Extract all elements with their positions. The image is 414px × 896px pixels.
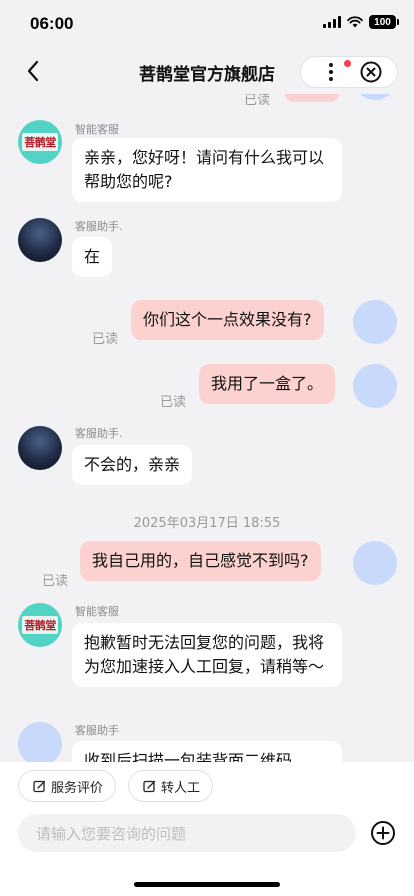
nav-bar: 菩鹊堂官方旗舰店 <box>0 48 414 94</box>
rate-service-button[interactable]: 服务评价 <box>18 770 117 802</box>
message-bubble: 不会的，亲亲 <box>72 445 193 485</box>
user-avatar[interactable] <box>353 541 397 585</box>
chevron-left-icon <box>27 60 39 82</box>
message-bubble: 亲亲，您好呀！请问有什么我可以帮助您的呢? <box>72 138 342 202</box>
close-circle-icon <box>360 61 382 83</box>
sender-name: 智能客服 <box>75 123 119 136</box>
cut-off-message-bubble <box>284 94 340 102</box>
brand-avatar[interactable]: 菩鹊堂 <box>18 120 62 164</box>
message-bubble: 我用了一盒了。 <box>199 364 336 404</box>
edit-icon <box>143 780 156 792</box>
plus-circle-icon <box>371 821 395 845</box>
sender-name: 智能客服 <box>75 605 119 618</box>
read-status: 已读 <box>244 94 271 108</box>
message-bubble: 抱歉暂时无法回复您的问题，我将为您加速接入人工回复，请稍等～ <box>72 623 342 687</box>
wifi-icon <box>347 16 363 28</box>
message-bubble: 在 <box>72 237 113 277</box>
chat-area[interactable]: 已读 菩鹊堂 智能客服 亲亲，您好呀！请问有什么我可以帮助您的呢? 客服助手. … <box>0 94 414 762</box>
user-avatar[interactable] <box>353 300 397 344</box>
menu-capsule <box>300 56 398 88</box>
message-timestamp: 2025年03月17日 18:55 <box>133 516 281 531</box>
status-time: 06:00 <box>30 14 74 33</box>
sender-name: 客服助手 <box>75 724 119 737</box>
brand-logo-text: 菩鹊堂 <box>22 616 58 634</box>
notification-dot <box>344 60 351 67</box>
user-avatar[interactable] <box>353 364 397 408</box>
user-avatar <box>353 94 397 100</box>
brand-logo-text: 菩鹊堂 <box>22 133 58 151</box>
agent-avatar[interactable] <box>18 426 62 470</box>
rate-service-label: 服务评价 <box>51 780 104 796</box>
page-title: 菩鹊堂官方旗舰店 <box>139 65 275 85</box>
back-button[interactable] <box>18 56 48 86</box>
brand-avatar[interactable]: 菩鹊堂 <box>18 603 62 647</box>
transfer-human-button[interactable]: 转人工 <box>128 770 214 802</box>
message-input[interactable]: 请输入您要咨询的问题 <box>18 814 356 852</box>
message-bubble: 你们这个一点效果没有? <box>131 300 324 340</box>
message-bubble: 收到后扫描一包装背面二维码 <box>72 741 342 762</box>
status-icons: 100 <box>323 15 399 29</box>
transfer-human-label: 转人工 <box>161 780 201 796</box>
bottom-panel: 服务评价 转人工 请输入您要咨询的问题 <box>0 762 414 896</box>
edit-icon <box>33 780 46 792</box>
add-button[interactable] <box>370 820 396 846</box>
agent-avatar[interactable] <box>18 722 62 762</box>
more-vertical-icon <box>329 63 333 81</box>
read-status: 已读 <box>160 395 187 410</box>
read-status: 已读 <box>92 332 119 347</box>
status-bar: 06:00 100 <box>0 0 414 48</box>
battery-indicator: 100 <box>369 15 399 29</box>
agent-avatar[interactable] <box>18 218 62 262</box>
close-button[interactable] <box>359 60 383 84</box>
sender-name: 客服助手. <box>75 427 123 440</box>
signal-icon <box>323 16 341 28</box>
sender-name: 客服助手. <box>75 220 123 233</box>
home-indicator <box>134 882 280 887</box>
message-bubble: 我自己用的，自己感觉不到吗? <box>80 541 321 581</box>
more-button[interactable] <box>313 57 351 87</box>
read-status: 已读 <box>42 574 69 589</box>
